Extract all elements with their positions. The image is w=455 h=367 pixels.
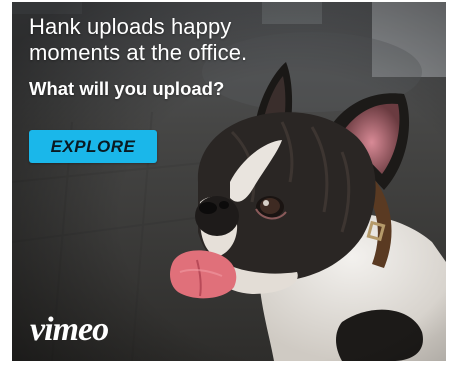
headline-line-1: Hank uploads happy bbox=[29, 14, 232, 39]
ad-tagline: What will you upload? bbox=[29, 78, 225, 99]
vimeo-banner-ad[interactable]: Hank uploads happy moments at the office… bbox=[12, 2, 446, 361]
headline-line-2: moments at the office. bbox=[29, 40, 248, 65]
vimeo-logo-text: vimeo bbox=[30, 311, 108, 348]
ad-headline: Hank uploads happy moments at the office… bbox=[29, 14, 247, 66]
explore-button[interactable]: EXPLORE bbox=[29, 130, 157, 163]
vimeo-logo[interactable]: vimeo bbox=[30, 310, 150, 350]
